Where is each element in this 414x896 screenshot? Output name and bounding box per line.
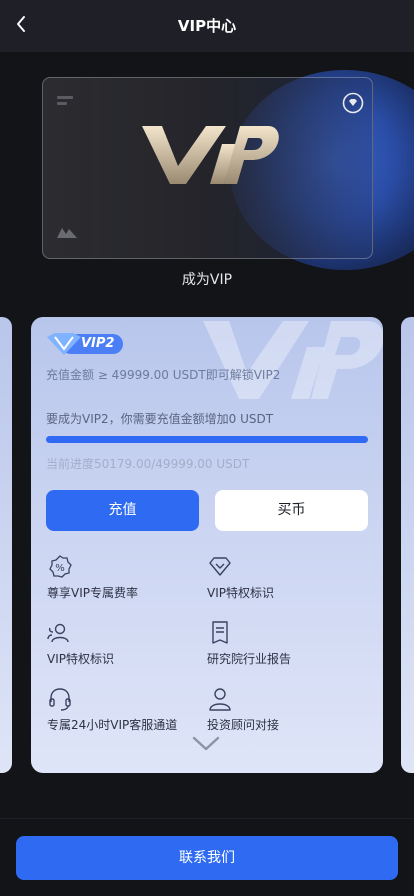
footer-divider <box>0 818 414 819</box>
progress-bar-fill <box>46 436 368 443</box>
feature-label: VIP特权标识 <box>47 652 114 666</box>
feature-vip-identity: VIP特权标识 <box>47 620 207 668</box>
diamond-icon <box>209 557 231 576</box>
progress-text: 当前进度50179.00/49999.00 USDT <box>46 457 250 471</box>
feature-label: 投资顾问对接 <box>207 718 280 732</box>
vip-watermark-icon <box>203 321 383 399</box>
feature-research-report: 研究院行业报告 <box>207 620 367 668</box>
vip-logo-icon <box>142 126 279 184</box>
page-title: VIP中心 <box>177 17 237 35</box>
requirement-text: 充值金额 ≥ 49999.00 USDT即可解锁VIP2 <box>46 368 281 382</box>
mountain-logo-icon <box>57 228 77 238</box>
gem-icon <box>342 92 364 114</box>
become-vip-label: 成为VIP <box>181 272 233 288</box>
vip-level-badge: VIP2 <box>81 336 115 351</box>
prev-level-card[interactable] <box>0 317 12 773</box>
feature-label: VIP特权标识 <box>207 586 274 600</box>
progress-bar <box>46 436 368 443</box>
feature-label: 尊享VIP专属费率 <box>47 586 138 600</box>
level-card: VIP2 充值金额 ≥ 49999.00 USDT即可解锁VIP2 要成为VIP… <box>31 317 383 773</box>
headset-icon <box>49 688 71 711</box>
percent-badge-icon: % <box>49 555 72 578</box>
feature-advisor: 投资顾问对接 <box>207 686 367 734</box>
chevron-down-icon[interactable] <box>191 735 221 753</box>
top-bar: VIP中心 <box>0 0 414 52</box>
feature-label: 研究院行业报告 <box>207 652 292 666</box>
user-icon <box>209 688 231 711</box>
buy-coin-button[interactable]: 买币 <box>215 490 368 531</box>
svg-text:%: % <box>55 563 65 574</box>
feature-24h-service: 专属24小时VIP客服通道 <box>47 686 207 734</box>
card-lines-icon <box>57 96 73 108</box>
report-icon <box>212 621 228 644</box>
contact-us-button[interactable]: 联系我们 <box>16 836 398 880</box>
feature-exclusive-rate: % 尊享VIP专属费率 <box>47 554 207 602</box>
users-icon <box>47 623 69 643</box>
feature-label: 专属24小时VIP客服通道 <box>47 718 178 732</box>
need-text: 要成为VIP2，你需要充值金额增加0 USDT <box>46 412 274 426</box>
vip-card <box>42 77 373 259</box>
recharge-button[interactable]: 充值 <box>46 490 199 531</box>
feature-vip-badge: VIP特权标识 <box>207 554 367 602</box>
vip-center-page: { "header": { "title": "VIP中心" }, "hero"… <box>0 0 414 896</box>
next-level-card[interactable] <box>401 317 414 773</box>
